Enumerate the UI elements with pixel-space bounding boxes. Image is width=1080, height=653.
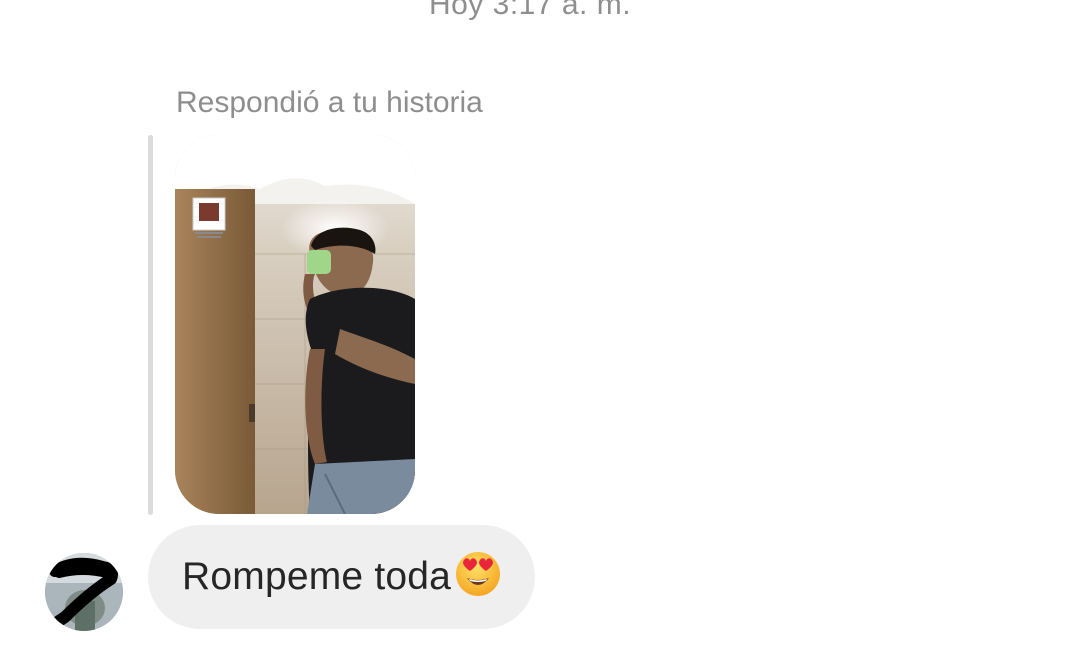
- sender-avatar[interactable]: [45, 553, 123, 631]
- message-row: Rompeme toda: [0, 524, 1080, 634]
- story-reply-label: Respondió a tu historia: [176, 86, 483, 119]
- message-bubble[interactable]: Rompeme toda: [148, 525, 536, 629]
- message-text: Rompeme toda: [182, 555, 452, 598]
- story-preview-thumbnail[interactable]: [175, 134, 415, 514]
- heart-eyes-emoji-icon: [455, 551, 501, 597]
- reply-quote-bar: [148, 135, 153, 515]
- thread-timestamp: Hoy 3:17 a. m.: [428, 0, 632, 21]
